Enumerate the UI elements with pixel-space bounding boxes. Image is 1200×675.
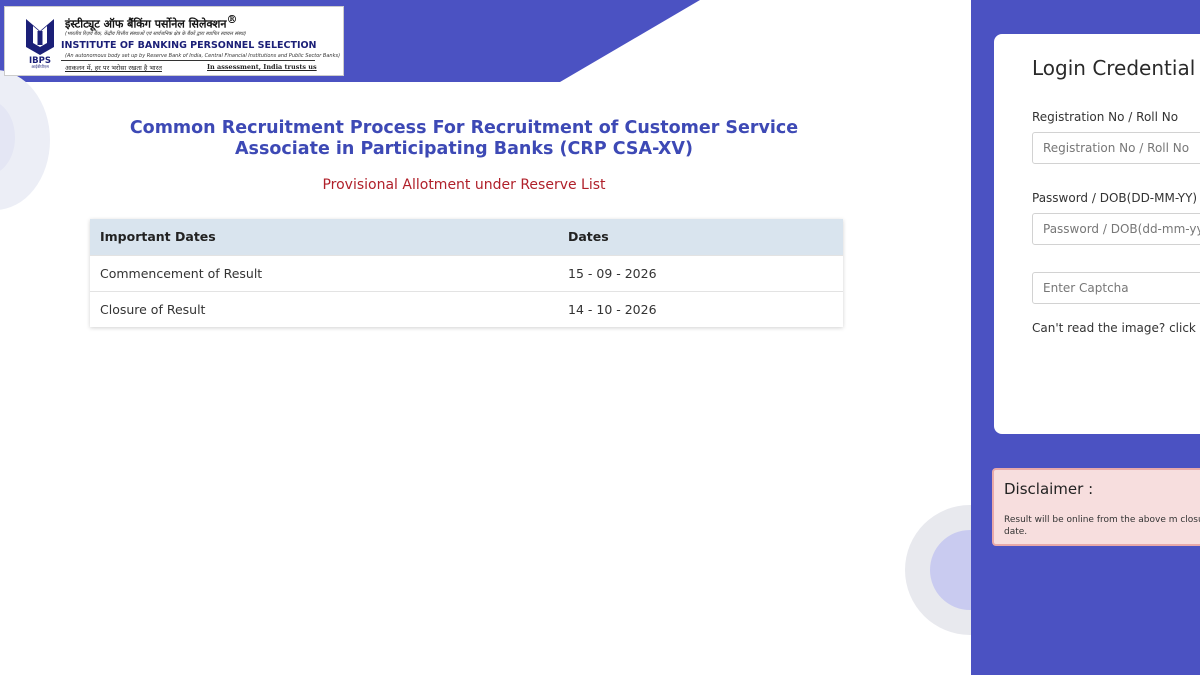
registration-label: Registration No / Roll No [1032, 110, 1179, 124]
login-title: Login Credential [1032, 56, 1196, 80]
page-title: Common Recruitment Process For Recruitme… [129, 118, 799, 159]
logo-english-subtitle: (An autonomous body set up by Reserve Ba… [65, 53, 341, 59]
disclaimer-text: Result will be online from the above m c… [1004, 515, 1200, 537]
table-cell-event: Closure of Result [90, 290, 558, 327]
password-input[interactable] [1032, 213, 1200, 245]
table-header-row: Important Dates Dates [90, 219, 843, 255]
login-form-card: Login Credential Registration No / Roll … [994, 34, 1200, 434]
important-dates-table: Important Dates Dates Commencement of Re… [90, 219, 843, 327]
table-cell-date: 14 - 10 - 2026 [558, 290, 843, 327]
emblem-sub-text: आईबीपीएस [31, 64, 49, 69]
captcha-help-text: Can't read the image? click he [1032, 321, 1200, 335]
table-row: Closure of Result 14 - 10 - 2026 [90, 290, 843, 327]
captcha-input[interactable] [1032, 272, 1200, 304]
disclaimer-title: Disclaimer : [1004, 480, 1094, 498]
disclaimer-box: Disclaimer : Result will be online from … [992, 468, 1200, 546]
column-header-important-dates: Important Dates [90, 219, 558, 255]
logo-tagline-english: In assessment, India trusts us [207, 63, 317, 71]
ibps-emblem-icon: IBPS आईबीपीएस [23, 17, 57, 69]
table-cell-date: 15 - 09 - 2026 [558, 254, 843, 291]
table-row: Commencement of Result 15 - 09 - 2026 [90, 254, 843, 291]
logo-hindi-subtitle: (भारतीय रिज़र्व बैंक, केंद्रीय वित्तीय स… [65, 31, 247, 37]
logo-divider [61, 60, 315, 61]
column-header-dates: Dates [558, 219, 843, 255]
registered-mark: ® [226, 13, 238, 26]
logo-english-name: INSTITUTE OF BANKING PERSONNEL SELECTION [61, 40, 317, 51]
table-cell-event: Commencement of Result [90, 254, 558, 291]
ibps-logo[interactable]: IBPS आईबीपीएस इंस्टीट्यूट ऑफ बैंकिंग पर्… [4, 6, 344, 76]
page-subtitle: Provisional Allotment under Reserve List [322, 177, 606, 193]
logo-hindi-name: इंस्टीट्यूट ऑफ बैंकिंग पर्सोनेल सिलेक्शन… [65, 13, 238, 31]
password-label: Password / DOB(DD-MM-YY) [1032, 191, 1198, 205]
logo-tagline-hindi: आकलन में, हर पर भरोसा रखता है भारत [65, 64, 162, 72]
registration-input[interactable] [1032, 132, 1200, 164]
